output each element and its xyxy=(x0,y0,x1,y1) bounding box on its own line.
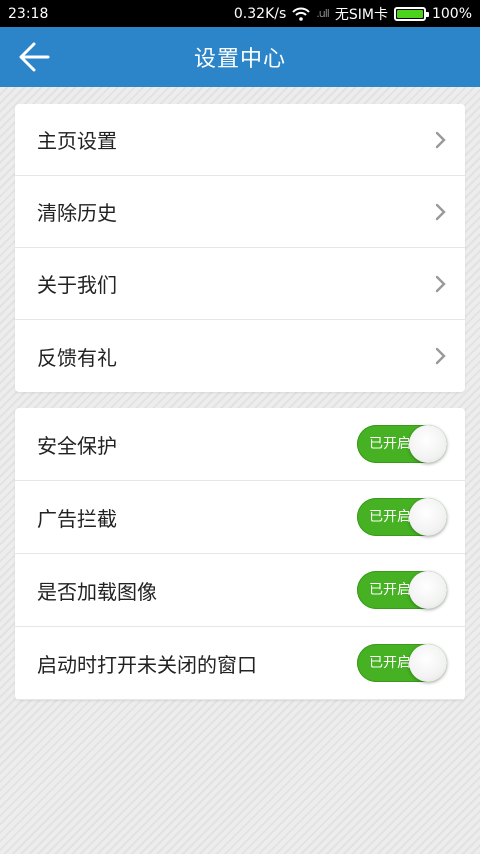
setting-label: 广告拦截 xyxy=(37,506,117,531)
setting-label: 启动时打开未关闭的窗口 xyxy=(37,652,257,677)
title-bar: 设置中心 xyxy=(0,27,480,87)
security-toggle[interactable]: 已开启 xyxy=(357,425,447,463)
chevron-right-icon xyxy=(435,131,446,148)
battery-percent: 100% xyxy=(431,5,472,22)
page-title: 设置中心 xyxy=(193,47,286,72)
setting-label: 是否加载图像 xyxy=(37,579,157,604)
menu-card: 主页设置 清除历史 关于我们 反馈有礼 xyxy=(15,104,465,392)
menu-item-about-us[interactable]: 关于我们 xyxy=(15,248,465,320)
setting-row-restore-windows: 启动时打开未关闭的窗口 已开启 xyxy=(15,627,465,700)
toggle-knob xyxy=(409,644,447,682)
chevron-right-icon xyxy=(435,275,446,292)
setting-label: 安全保护 xyxy=(37,433,117,458)
toggle-knob xyxy=(409,571,447,609)
toggle-state-text: 已开启 xyxy=(369,655,411,671)
toggle-state-text: 已开启 xyxy=(369,509,411,525)
toggle-state-text: 已开启 xyxy=(369,582,411,598)
status-bar: 23:18 0.32K/s .ull 无SIM卡 100% xyxy=(0,0,480,27)
restore-windows-toggle[interactable]: 已开启 xyxy=(357,644,447,682)
carrier-label: 无SIM卡 xyxy=(334,6,388,23)
status-time: 23:18 xyxy=(8,5,49,22)
toggle-knob xyxy=(409,498,447,536)
menu-item-label: 清除历史 xyxy=(37,201,117,225)
toggle-state-text: 已开启 xyxy=(369,436,411,452)
load-images-toggle[interactable]: 已开启 xyxy=(357,571,447,609)
back-button[interactable] xyxy=(16,39,52,75)
network-speed: 0.32K/s xyxy=(233,5,287,22)
ad-block-toggle[interactable]: 已开启 xyxy=(357,498,447,536)
signal-icon: .ull xyxy=(316,7,330,20)
menu-item-label: 主页设置 xyxy=(37,129,117,153)
toggle-knob xyxy=(409,425,447,463)
wifi-icon xyxy=(292,7,310,21)
menu-item-clear-history[interactable]: 清除历史 xyxy=(15,176,465,248)
setting-row-ad-block: 广告拦截 已开启 xyxy=(15,481,465,554)
menu-item-home-settings[interactable]: 主页设置 xyxy=(15,104,465,176)
setting-row-security: 安全保护 已开启 xyxy=(15,408,465,481)
setting-row-load-images: 是否加载图像 已开启 xyxy=(15,554,465,627)
menu-item-feedback[interactable]: 反馈有礼 xyxy=(15,320,465,392)
arrow-left-icon xyxy=(19,42,50,72)
battery-icon xyxy=(393,6,429,21)
status-right: 0.32K/s .ull 无SIM卡 100% xyxy=(234,4,472,24)
menu-item-label: 反馈有礼 xyxy=(37,345,117,370)
menu-item-label: 关于我们 xyxy=(37,273,117,297)
settings-card: 安全保护 已开启 广告拦截 已开启 是否加载图像 已开启 启动时打开未关闭的窗口… xyxy=(15,408,465,700)
chevron-right-icon xyxy=(435,203,446,220)
chevron-right-icon xyxy=(435,347,446,365)
